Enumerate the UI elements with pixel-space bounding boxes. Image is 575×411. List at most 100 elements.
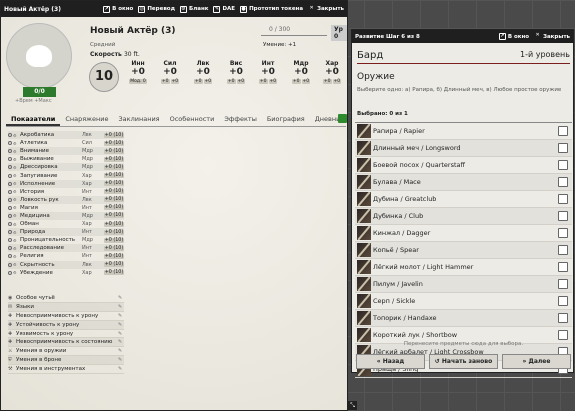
proficiency-toggle-icon[interactable] <box>8 149 12 154</box>
ability-wis[interactable]: Мдр +0 +0 +0 <box>288 60 314 84</box>
gear-icon[interactable]: ⚙ <box>13 165 18 170</box>
proficiency-toggle-icon[interactable] <box>8 254 12 259</box>
tab-inventory[interactable]: Снаряжение <box>60 113 113 126</box>
weapon-option[interactable]: Рапира / Rapier <box>355 123 572 140</box>
proficiency-toggle-icon[interactable] <box>8 213 12 218</box>
edit-icon[interactable]: ✎ <box>118 339 124 345</box>
edit-icon[interactable]: ✎ <box>118 366 124 372</box>
initiative-value[interactable]: 10 <box>89 62 119 92</box>
skill-row[interactable]: ⚙ Запугивание Хар +0 (10) <box>8 171 124 179</box>
skill-row[interactable]: ⚙ История Инт +0 (10) <box>8 188 124 196</box>
hp-bar[interactable]: 0/0 <box>23 87 56 97</box>
skill-row[interactable]: ⚙ Проницательность Мдр +0 (10) <box>8 236 124 244</box>
skill-row[interactable]: ⚙ Магия Инт +0 (10) <box>8 204 124 212</box>
popout-button[interactable]: ↗ В окно <box>103 5 133 13</box>
weapon-checkbox[interactable] <box>558 160 568 170</box>
trait-row[interactable]: ✉ Языки ✎ <box>8 302 124 312</box>
weapon-option[interactable]: Боевой посох / Quarterstaff <box>355 157 572 174</box>
skill-row[interactable]: ⚙ Медицина Мдр +0 (10) <box>8 211 124 221</box>
skill-row[interactable]: ⚙ Скрытность Лвк +0 (10) <box>8 260 124 269</box>
skill-row[interactable]: ⚙ Обман Хар +0 (10) <box>8 220 124 228</box>
ability-cha[interactable]: Хар +0 +0 +0 <box>319 60 345 84</box>
skill-row[interactable]: ⚙ Выживание Мдр +0 (10) <box>8 155 124 163</box>
gear-icon[interactable]: ⚙ <box>13 222 18 227</box>
weapon-checkbox[interactable] <box>558 126 568 136</box>
weapon-option[interactable]: Дубинка / Club <box>355 208 572 225</box>
weapon-checkbox[interactable] <box>558 262 568 272</box>
ability-inn[interactable]: Инн +0 Мод. 0 <box>125 60 151 84</box>
trait-row[interactable]: ⚔ Умения в оружии ✎ <box>8 347 124 357</box>
size-select[interactable]: Средний <box>90 42 115 48</box>
tab-spells[interactable]: Заклинания <box>114 113 165 126</box>
weapon-checkbox[interactable] <box>558 194 568 204</box>
gear-icon[interactable]: ⚙ <box>13 141 18 146</box>
weapon-option[interactable]: Длинный меч / Longsword <box>355 140 572 157</box>
skill-row[interactable]: ⚙ Убеждение Хар +0 (10) <box>8 269 124 277</box>
edit-icon[interactable]: ✎ <box>118 322 124 328</box>
proficiency-toggle-icon[interactable] <box>8 205 12 210</box>
proficiency-toggle-icon[interactable] <box>8 197 12 202</box>
proficiency-toggle-icon[interactable] <box>8 189 12 194</box>
gear-icon[interactable]: ⚙ <box>13 254 18 259</box>
gear-icon[interactable]: ⚙ <box>13 157 18 162</box>
proficiency-toggle-icon[interactable] <box>8 173 12 178</box>
resize-handle-icon[interactable]: ⤡ <box>348 401 357 410</box>
weapon-option[interactable]: Дубина / Greatclub <box>355 191 572 208</box>
skill-row[interactable]: ⚙ Ловкость рук Лвк +0 (10) <box>8 195 124 204</box>
weapon-checkbox[interactable] <box>558 330 568 340</box>
tab-effects[interactable]: Эффекты <box>219 113 262 126</box>
trait-row[interactable]: ◉ Особое чутьё ✎ <box>8 294 124 303</box>
lock-icon[interactable] <box>338 114 347 123</box>
xp-field[interactable]: 0 / 300 <box>269 26 290 33</box>
proficiency-toggle-icon[interactable] <box>8 165 12 170</box>
skill-row[interactable]: ⚙ Расследование Инт +0 (10) <box>8 244 124 253</box>
trait-row[interactable]: ✚ Невосприимчивость к состоянию ✎ <box>8 338 124 348</box>
trait-row[interactable]: ⛨ Умения в броне ✎ <box>8 356 124 366</box>
weapon-checkbox[interactable] <box>558 296 568 306</box>
gear-icon[interactable]: ⚙ <box>13 197 18 202</box>
proficiency-toggle-icon[interactable] <box>8 270 12 275</box>
skill-row[interactable]: ⚙ Природа Инт +0 (10) <box>8 228 124 237</box>
weapon-option[interactable]: Лёгкий молот / Light Hammer <box>355 259 572 276</box>
trait-row[interactable]: ✚ Уязвимость к урону ✎ <box>8 330 124 339</box>
trait-row[interactable]: ✚ Невосприимчивость к урону ✎ <box>8 312 124 321</box>
edit-icon[interactable]: ✎ <box>118 357 124 363</box>
skill-row[interactable]: ⚙ Дрессировка Мдр +0 (10) <box>8 163 124 172</box>
proficiency-toggle-icon[interactable] <box>8 181 12 186</box>
edit-icon[interactable]: ✎ <box>118 295 124 301</box>
ability-con[interactable]: Вис +0 +0 +0 <box>223 60 249 84</box>
gear-icon[interactable]: ⚙ <box>13 246 18 251</box>
weapon-option[interactable]: Серп / Sickle <box>355 293 572 310</box>
restart-button[interactable]: ↺ Начать заново <box>429 354 498 369</box>
gear-icon[interactable]: ⚙ <box>13 133 18 138</box>
skill-row[interactable]: ⚙ Внимание Мдр +0 (10) <box>8 147 124 156</box>
character-name-input[interactable]: Новый Актёр (3) <box>90 26 175 36</box>
gear-icon[interactable]: ⚙ <box>13 238 18 243</box>
proficiency-toggle-icon[interactable] <box>8 230 12 235</box>
weapon-option[interactable]: Кинжал / Dagger <box>355 225 572 242</box>
ability-int[interactable]: Инт +0 +0 +0 <box>255 60 281 84</box>
gear-icon[interactable]: ⚙ <box>13 173 18 178</box>
proficiency-toggle-icon[interactable] <box>8 133 12 138</box>
ability-str[interactable]: Сил +0 +0 +0 <box>157 60 183 84</box>
proficiency-toggle-icon[interactable] <box>8 141 12 146</box>
weapon-option[interactable]: Булава / Mace <box>355 174 572 191</box>
trait-row[interactable]: ⚒ Умения в инструментах ✎ <box>8 365 124 375</box>
weapon-checkbox[interactable] <box>558 211 568 221</box>
gear-icon[interactable]: ⚙ <box>13 270 18 275</box>
weapon-option[interactable]: Копьё / Spear <box>355 242 572 259</box>
weapon-checkbox[interactable] <box>558 228 568 238</box>
trait-row[interactable]: ✚ Устойчивость к урону ✎ <box>8 320 124 330</box>
gear-icon[interactable]: ⚙ <box>13 189 18 194</box>
gear-icon[interactable]: ⚙ <box>13 230 18 235</box>
actor-portrait[interactable] <box>6 23 72 89</box>
proficiency-toggle-icon[interactable] <box>8 238 12 243</box>
speed-field[interactable]: Скорость 30 ft. <box>90 51 140 58</box>
tab-features[interactable]: Особенности <box>165 113 220 126</box>
ability-dex[interactable]: Лвк +0 +0 +0 <box>190 60 216 84</box>
tab-biography[interactable]: Биография <box>262 113 310 126</box>
proficiency-toggle-icon[interactable] <box>8 246 12 251</box>
gear-icon[interactable]: ⚙ <box>13 205 18 210</box>
level-badge[interactable]: Ур 0 <box>331 25 347 41</box>
prototype-token-button[interactable]: ● Прототип токена <box>240 5 303 13</box>
